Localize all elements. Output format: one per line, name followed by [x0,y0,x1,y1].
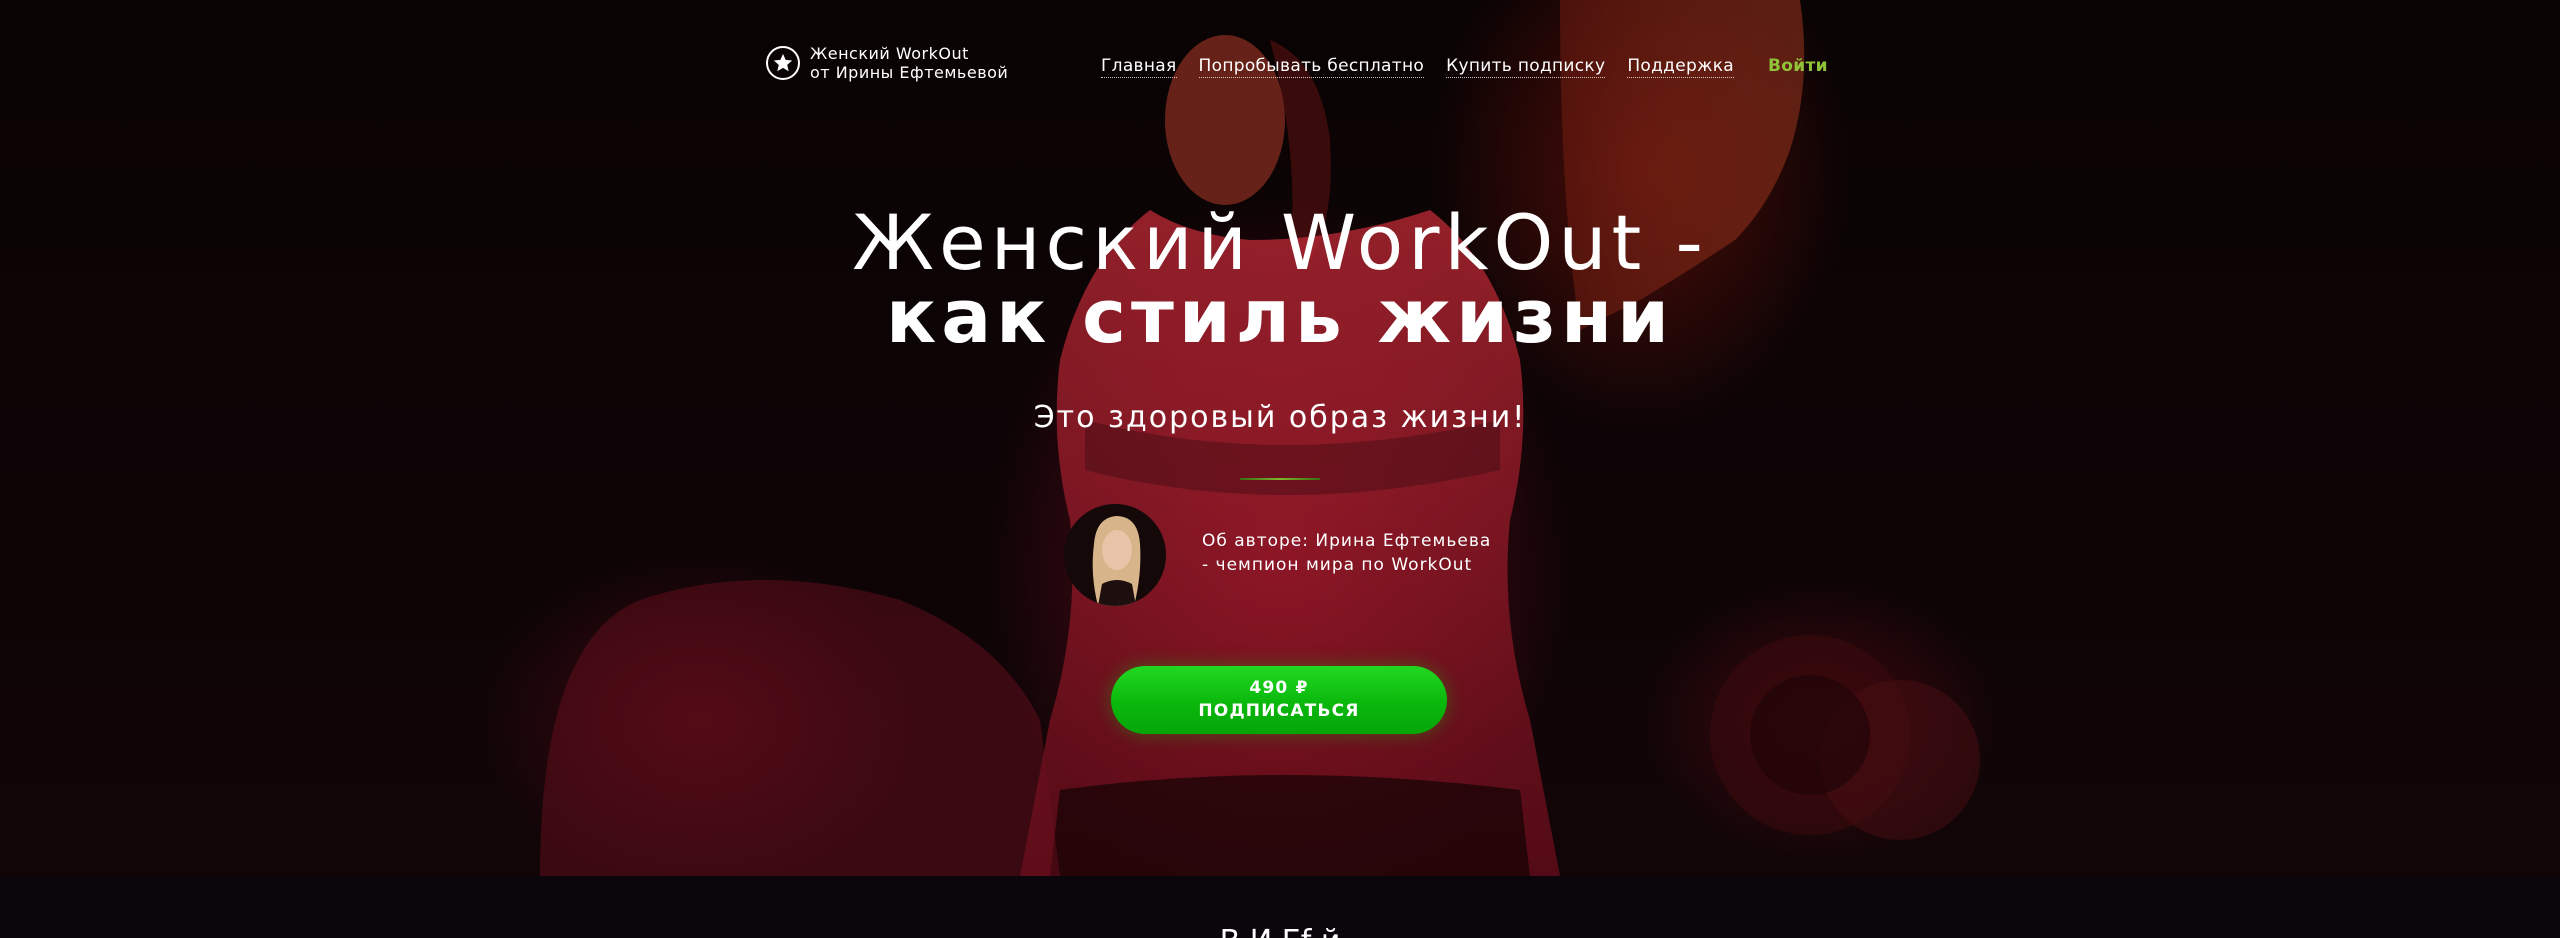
star-icon [766,46,800,80]
author-name: Об авторе: Ирина Ефтемьева [1202,531,1492,551]
nav-buy-subscription[interactable]: Купить подписку [1446,56,1606,78]
hero-background-image [540,0,1980,876]
hero-section [0,0,2560,876]
main-nav: Главная Попробывать бесплатно Купить под… [1101,56,1828,78]
next-section-title: В И Ef й [0,924,2560,938]
subscribe-price: 490 ₽ [1249,678,1309,698]
author-info: Об авторе: Ирина Ефтемьева - чемпион мир… [1202,529,1491,577]
subscribe-button[interactable]: 490 ₽ ПОДПИСАТЬСЯ [1111,666,1447,734]
logo-text: Женский WorkOut от Ирины Ефтемьевой [810,44,1008,82]
hero-title-line2: как стиль жизни [886,274,1674,360]
logo-subtitle: от Ирины Ефтемьевой [810,63,1009,82]
nav-home[interactable]: Главная [1101,56,1177,78]
nav-support[interactable]: Поддержка [1627,56,1734,78]
divider [1240,478,1320,480]
author-title: - чемпион мира по WorkOut [1202,555,1473,575]
author-avatar [1064,504,1166,606]
login-link[interactable]: Войти [1768,56,1828,78]
subscribe-label: ПОДПИСАТЬСЯ [1198,701,1360,721]
nav-free-trial[interactable]: Попробывать бесплатно [1198,56,1425,78]
site-logo[interactable]: Женский WorkOut от Ирины Ефтемьевой [766,44,1008,82]
logo-title: Женский WorkOut [810,44,969,63]
hero-subtitle: Это здоровый образ жизни! [1033,400,1527,435]
